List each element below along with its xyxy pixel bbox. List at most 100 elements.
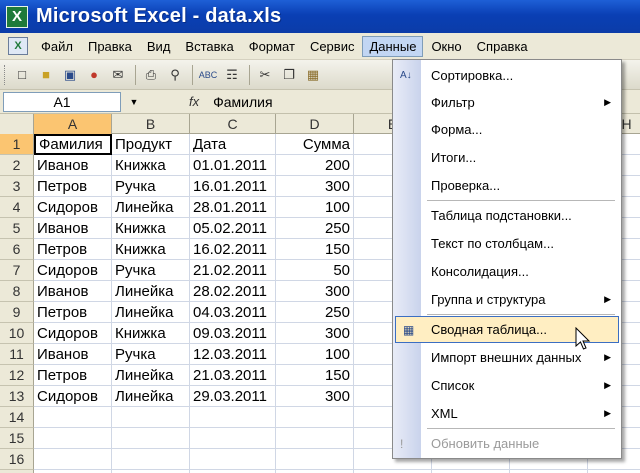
select-all-button[interactable] [0,114,34,134]
row-header[interactable]: 16 [0,449,34,470]
table-cell[interactable]: 16.02.2011 [190,239,276,260]
menu-item-table[interactable]: Таблица подстановки... [393,202,621,229]
print-preview-icon[interactable]: ⚲ [164,64,186,86]
menu-item-form[interactable]: Форма... [393,116,621,143]
table-cell[interactable] [190,449,276,470]
row-header[interactable]: 15 [0,428,34,449]
table-cell[interactable]: 09.03.2011 [190,323,276,344]
table-cell[interactable]: Петров [34,302,112,323]
table-cell[interactable]: 28.01.2011 [190,197,276,218]
table-cell[interactable] [190,407,276,428]
save-icon[interactable]: ▣ [59,64,81,86]
table-cell[interactable]: 50 [276,260,354,281]
column-header-a[interactable]: A [34,114,112,134]
open-icon[interactable]: ■ [35,64,57,86]
table-cell[interactable]: 100 [276,344,354,365]
menu-tools[interactable]: Сервис [303,36,362,57]
table-cell[interactable]: Иванов [34,344,112,365]
formula-input[interactable]: Фамилия [213,94,272,110]
menu-item-text-to-columns[interactable]: Текст по столбцам... [393,230,621,257]
menu-file[interactable]: Файл [34,36,80,57]
table-cell[interactable]: Книжка [112,239,190,260]
table-cell[interactable]: Иванов [34,281,112,302]
menu-item-xml[interactable]: XML ▶ [393,400,621,427]
row-header[interactable]: 3 [0,176,34,197]
table-cell[interactable]: Иванов [34,218,112,239]
paste-icon[interactable]: ▦ [302,64,324,86]
workbook-icon[interactable]: X [8,37,28,55]
menu-item-list[interactable]: Список ▶ [393,372,621,399]
new-icon[interactable]: □ [11,64,33,86]
table-cell[interactable]: Иванов [34,155,112,176]
table-cell[interactable]: 300 [276,176,354,197]
row-header[interactable]: 5 [0,218,34,239]
row-header[interactable]: 7 [0,260,34,281]
table-cell[interactable] [276,449,354,470]
table-cell[interactable]: Линейка [112,197,190,218]
table-cell[interactable]: Линейка [112,386,190,407]
table-cell[interactable] [276,428,354,449]
row-header[interactable]: 1 [0,134,34,155]
menu-window[interactable]: Окно [424,36,468,57]
table-cell[interactable]: Линейка [112,365,190,386]
table-cell[interactable]: 250 [276,302,354,323]
row-header[interactable]: 11 [0,344,34,365]
row-header[interactable]: 2 [0,155,34,176]
table-cell[interactable]: 01.01.2011 [190,155,276,176]
row-header[interactable]: 12 [0,365,34,386]
column-header-b[interactable]: B [112,114,190,134]
table-cell[interactable]: 200 [276,155,354,176]
copy-icon[interactable]: ❐ [278,64,300,86]
menu-item-validation[interactable]: Проверка... [393,172,621,199]
table-cell[interactable]: Линейка [112,302,190,323]
table-cell[interactable] [112,407,190,428]
table-cell[interactable]: 250 [276,218,354,239]
table-cell[interactable]: 21.03.2011 [190,365,276,386]
row-header[interactable]: 9 [0,302,34,323]
excel-icon[interactable]: X [6,5,28,28]
menu-data[interactable]: Данные [362,35,424,57]
table-cell[interactable] [112,449,190,470]
table-cell[interactable]: Сидоров [34,386,112,407]
row-header[interactable]: 14 [0,407,34,428]
table-cell[interactable] [34,428,112,449]
table-cell[interactable]: Ручка [112,344,190,365]
table-cell[interactable]: Петров [34,176,112,197]
function-icon[interactable]: fx [189,94,199,109]
menu-insert[interactable]: Вставка [178,36,240,57]
table-cell[interactable]: 12.03.2011 [190,344,276,365]
table-cell[interactable]: Линейка [112,281,190,302]
print-icon[interactable]: ⎙ [140,64,162,86]
menu-help[interactable]: Справка [470,36,535,57]
email-icon[interactable]: ✉ [107,64,129,86]
toolbar-grip[interactable] [4,64,7,85]
cut-icon[interactable]: ✂ [254,64,276,86]
column-header-d[interactable]: D [276,114,354,134]
table-cell[interactable]: Петров [34,239,112,260]
table-cell[interactable]: Ручка [112,176,190,197]
row-header[interactable]: 4 [0,197,34,218]
column-header-c[interactable]: C [190,114,276,134]
menu-item-filter[interactable]: Фильтр ▶ [393,89,621,116]
menu-view[interactable]: Вид [140,36,178,57]
table-cell[interactable]: Книжка [112,323,190,344]
spelling-icon[interactable]: ABC [197,64,219,86]
table-cell[interactable]: 04.03.2011 [190,302,276,323]
table-cell[interactable] [34,449,112,470]
table-cell[interactable]: 29.03.2011 [190,386,276,407]
table-cell[interactable]: Петров [34,365,112,386]
table-cell[interactable] [190,428,276,449]
table-cell[interactable]: 05.02.2011 [190,218,276,239]
chevron-down-icon[interactable]: ▼ [126,95,142,109]
table-cell[interactable] [34,407,112,428]
table-cell[interactable]: Сумма [276,134,354,155]
menu-item-sort[interactable]: A↓ Сортировка... [393,62,621,89]
row-header[interactable]: 6 [0,239,34,260]
table-cell[interactable] [112,428,190,449]
row-header[interactable]: 10 [0,323,34,344]
menu-item-subtotals[interactable]: Итоги... [393,144,621,171]
table-cell[interactable]: 21.02.2011 [190,260,276,281]
name-box[interactable]: A1 ▼ [3,91,138,112]
table-cell[interactable]: Сидоров [34,197,112,218]
menu-edit[interactable]: Правка [81,36,139,57]
